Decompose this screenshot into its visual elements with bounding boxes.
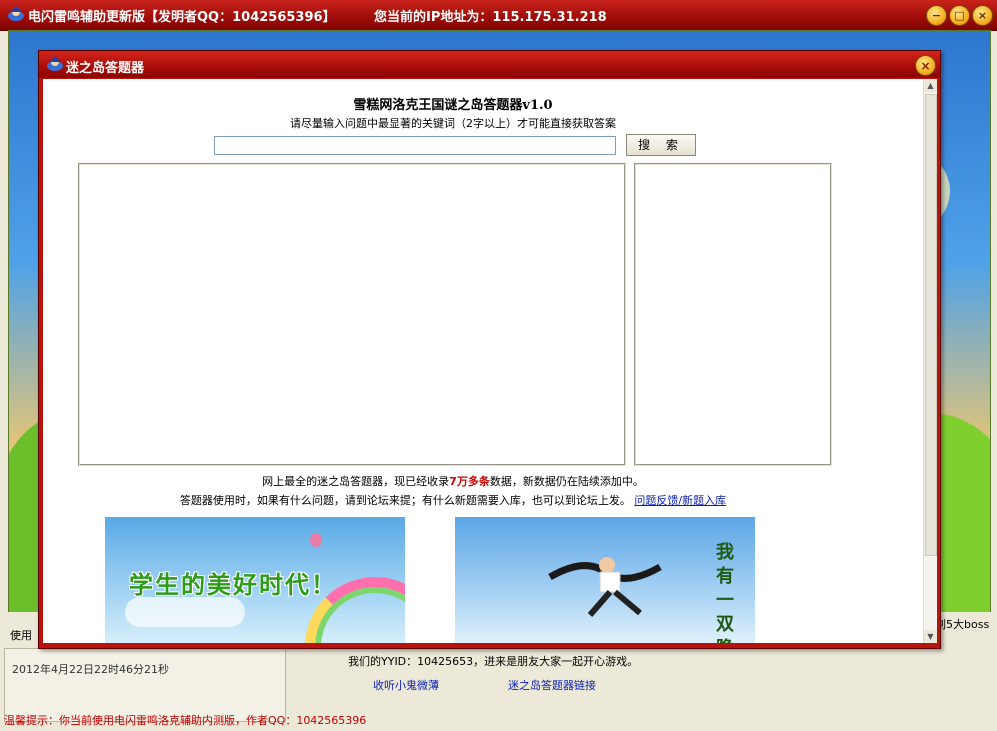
time-box: [4, 648, 286, 722]
use-label: 使用: [10, 629, 32, 642]
dialog-body: 雪糕网洛克王国谜之岛答题器v1.0 请尽量输入问题中最显著的关键词（2字以上）才…: [43, 79, 923, 643]
ip-address-info: 您当前的IP地址为：115.175.31.218: [374, 10, 607, 25]
banner-cloud: [125, 597, 245, 627]
yyid-text: 我们的YYID：10425653，进来是朋友大家一起开心游戏。: [348, 655, 639, 668]
maximize-button[interactable]: □: [949, 5, 970, 26]
maximize-icon: □: [954, 9, 965, 22]
dialog-close-button[interactable]: ×: [915, 55, 936, 76]
close-button[interactable]: ×: [972, 5, 993, 26]
data-info: 网上最全的迷之岛答题器，现已经收录7万多条数据，新数据仍在陆续添加中。: [43, 473, 863, 489]
banner1-text: 学生的美好时代！: [129, 571, 337, 599]
app-logo-icon: [8, 6, 24, 21]
answer-tool-link[interactable]: 迷之岛答题器链接: [508, 677, 596, 693]
ad-banner-jumping[interactable]: 我 有 一 双 隐: [455, 517, 755, 643]
minimize-icon: −: [931, 9, 942, 22]
dialog-title: 迷之岛答题器: [66, 61, 145, 76]
close-icon: ×: [977, 9, 988, 22]
info-count: 7万多条: [449, 475, 490, 488]
usage-text: 答题器使用时，如果有什么问题，请到论坛来提；有什么新题需要入库，也可以到论坛上发…: [179, 494, 631, 507]
minimize-button[interactable]: −: [926, 5, 947, 26]
search-input[interactable]: [214, 136, 616, 155]
banner2-text: 我 有 一 双 隐: [716, 542, 734, 643]
search-hint: 请尽量输入问题中最显著的关键词（2字以上）才可能直接获取答案: [290, 117, 616, 130]
usage-info: 答题器使用时，如果有什么问题，请到论坛来提；有什么新题需要入库，也可以到论坛上发…: [43, 492, 863, 508]
app-logo-icon: [47, 56, 63, 71]
dialog-title-bar: 迷之岛答题器 ×: [39, 51, 940, 78]
ad-banner-students[interactable]: 学生的美好时代！: [105, 517, 405, 643]
jumping-person-icon: [548, 557, 662, 617]
scroll-thumb[interactable]: [925, 94, 937, 556]
feedback-link[interactable]: 问题反馈/新题入库: [634, 494, 726, 507]
info-suffix: 数据，新数据仍在陆续添加中。: [489, 475, 644, 488]
app-title: 雪糕网洛克王国谜之岛答题器v1.0: [353, 98, 553, 113]
side-list[interactable]: [634, 163, 832, 466]
quiz-dialog: 迷之岛答题器 × 雪糕网洛克王国谜之岛答题器v1.0 请尽量输入问题中最显著的关…: [38, 50, 941, 649]
search-button[interactable]: 搜 索: [626, 134, 696, 156]
scroll-down-icon[interactable]: ▼: [924, 630, 937, 643]
blog-link[interactable]: 收听小鬼微薄: [373, 677, 439, 693]
info-prefix: 网上最全的迷之岛答题器，现已经收录: [262, 475, 450, 488]
current-datetime: 2012年4月22日22时46分21秒: [12, 663, 169, 676]
balloon-icon: [310, 533, 322, 547]
results-list[interactable]: [78, 163, 626, 466]
scroll-up-icon[interactable]: ▲: [924, 79, 937, 92]
dialog-scrollbar[interactable]: ▲ ▼: [923, 79, 937, 643]
outer-window-title: 电闪雷鸣辅助更新版【发明者QQ：1042565396】: [28, 10, 336, 25]
outer-title-bar: 电闪雷鸣辅助更新版【发明者QQ：1042565396】 您当前的IP地址为：11…: [0, 0, 997, 31]
close-icon: ×: [920, 58, 931, 73]
boss-option-label[interactable]: 刷5大boss: [935, 616, 989, 632]
warning-notice: 温馨提示：你当前使用电闪雷鸣洛克辅助内测版，作者QQ：1042565396: [4, 714, 367, 727]
